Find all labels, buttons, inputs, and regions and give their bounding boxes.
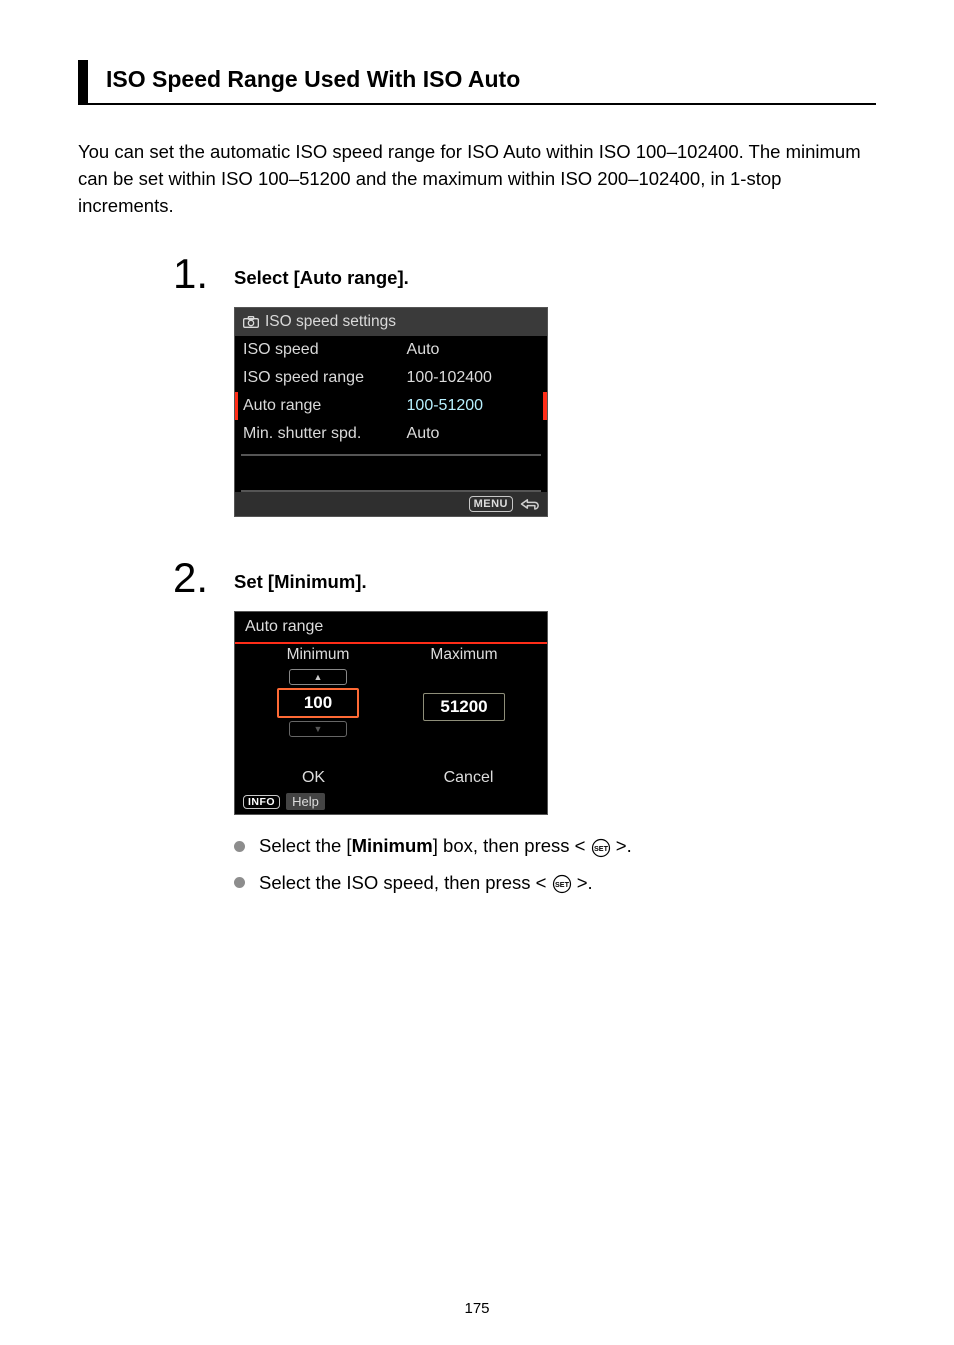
minimum-column: Minimum ▲ 100 ▼ [245, 646, 391, 737]
screen2-helpbar: INFO Help [235, 789, 547, 814]
set-button-icon: SET [552, 874, 572, 894]
bullet-select-iso-speed: Select the ISO speed, then press < SET >… [234, 872, 876, 894]
minimum-down-button[interactable]: ▼ [289, 721, 347, 737]
minimum-up-button[interactable]: ▲ [289, 669, 347, 685]
screen2-title: Auto range [235, 612, 547, 644]
maximum-value-box[interactable]: 51200 [423, 693, 505, 721]
step-1-number: 1 [158, 253, 212, 517]
menu-row-auto-range[interactable]: Auto range 100-51200 [235, 392, 547, 420]
bullet-icon [234, 841, 245, 852]
bullet-icon [234, 877, 245, 888]
maximum-column: Maximum 51200 [391, 646, 537, 737]
step-1-camera-screen: ISO speed settings ISO speed Auto ISO sp… [234, 307, 548, 517]
minimum-value-box[interactable]: 100 [277, 688, 359, 718]
screen1-title-text: ISO speed settings [265, 313, 396, 331]
camera-icon [243, 316, 259, 328]
menu-row-iso-speed[interactable]: ISO speed Auto [235, 336, 547, 364]
step-1-title: Select [Auto range]. [234, 267, 876, 289]
step-2: 2 Set [Minimum]. Auto range Minimum ▲ 10… [78, 557, 876, 907]
section-heading-text: ISO Speed Range Used With ISO Auto [106, 66, 876, 93]
menu-row-min-shutter[interactable]: Min. shutter spd. Auto [235, 420, 547, 448]
cancel-button[interactable]: Cancel [400, 769, 537, 787]
screen1-rows: ISO speed Auto ISO speed range 100-10240… [235, 336, 547, 448]
svg-text:SET: SET [594, 844, 609, 853]
back-arrow-icon [519, 497, 539, 511]
info-button[interactable]: INFO [243, 795, 280, 809]
step-2-camera-screen: Auto range Minimum ▲ 100 ▼ Maximum [234, 611, 548, 815]
set-button-icon: SET [591, 838, 611, 858]
step-2-number: 2 [158, 557, 212, 907]
maximum-label: Maximum [430, 646, 497, 664]
menu-back-button[interactable]: MENU [469, 496, 513, 512]
intro-paragraph: You can set the automatic ISO speed rang… [78, 139, 876, 219]
screen1-title-bar: ISO speed settings [235, 308, 547, 336]
help-label: Help [286, 793, 325, 810]
chevron-down-icon: ▼ [314, 724, 323, 734]
screen1-spacer [241, 454, 541, 492]
minimum-label: Minimum [287, 646, 350, 664]
screen1-footer: MENU [235, 492, 547, 516]
step-1: 1 Select [Auto range]. ISO speed setting… [78, 253, 876, 517]
step-2-title: Set [Minimum]. [234, 571, 876, 593]
svg-text:SET: SET [555, 880, 570, 889]
menu-row-iso-speed-range[interactable]: ISO speed range 100-102400 [235, 364, 547, 392]
page-number: 175 [0, 1300, 954, 1317]
step-2-bullets: Select the [Minimum] box, then press < S… [234, 835, 876, 893]
ok-button[interactable]: OK [245, 769, 382, 787]
section-heading: ISO Speed Range Used With ISO Auto [78, 60, 876, 105]
bullet-select-minimum: Select the [Minimum] box, then press < S… [234, 835, 876, 857]
chevron-up-icon: ▲ [314, 672, 323, 682]
